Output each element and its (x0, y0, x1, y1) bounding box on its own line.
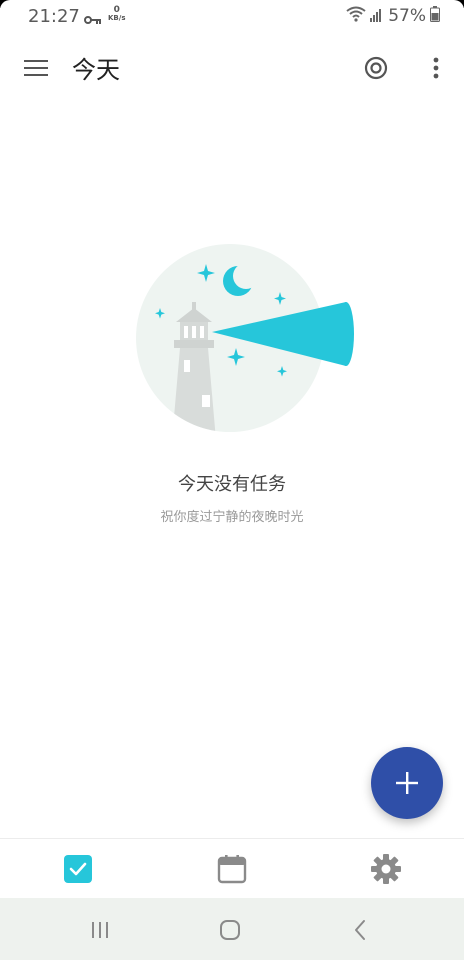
checkbox-icon (64, 855, 92, 883)
battery-icon (430, 6, 440, 26)
recents-button[interactable] (84, 914, 116, 946)
key-icon (84, 10, 102, 29)
back-icon (355, 920, 365, 940)
home-icon (220, 920, 240, 940)
net-speed: 0 KB/s (108, 5, 126, 23)
system-nav-bar (0, 898, 464, 960)
tab-calendar[interactable] (214, 851, 250, 887)
more-vert-icon (433, 57, 439, 79)
add-task-button[interactable] (371, 747, 443, 819)
gear-icon (371, 854, 401, 884)
calendar-icon (217, 855, 247, 884)
app-bar: 今天 (0, 32, 464, 104)
recents-icon (92, 922, 108, 938)
empty-state-subtitle: 祝你度过宁静的夜晚时光 (160, 510, 304, 525)
signal-icon (370, 7, 384, 26)
focus-target-icon (364, 56, 388, 80)
status-time: 21:27 (28, 6, 80, 27)
home-button[interactable] (214, 914, 246, 946)
tab-settings[interactable] (368, 851, 404, 887)
net-speed-value: 0 (113, 5, 120, 15)
empty-state-title: 今天没有任务 (178, 474, 286, 495)
focus-button[interactable] (360, 52, 392, 84)
tab-tasks[interactable] (60, 851, 96, 887)
plus-icon (396, 772, 418, 794)
more-options-button[interactable] (420, 52, 452, 84)
status-bar: 21:27 0 KB/s 57% (0, 0, 464, 32)
wifi-icon (346, 6, 366, 26)
status-right: 57% (346, 6, 440, 26)
menu-icon (24, 60, 48, 76)
lighthouse-night-illustration (136, 240, 356, 440)
page-title: 今天 (72, 56, 120, 84)
screen: 21:27 0 KB/s 57% 今天 今天没有任务 祝你度过宁静的夜晚时光 (0, 0, 464, 960)
back-button[interactable] (344, 914, 376, 946)
bottom-nav (0, 838, 464, 899)
menu-button[interactable] (20, 52, 52, 84)
net-speed-unit: KB/s (108, 14, 126, 22)
battery-percent: 57% (388, 6, 426, 26)
